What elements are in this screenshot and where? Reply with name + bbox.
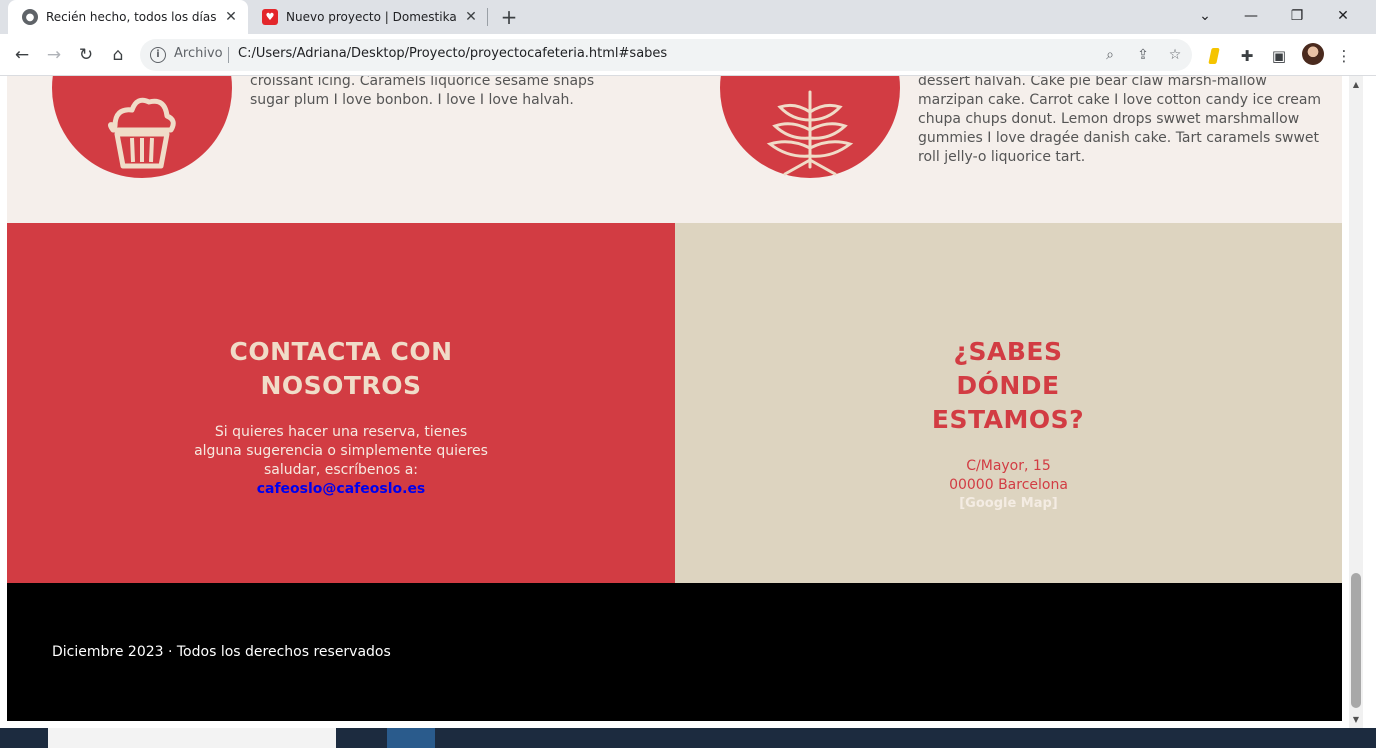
tab-search-icon[interactable]: ⌄ <box>1182 0 1228 34</box>
menu-icon[interactable]: ⋮ <box>1333 45 1355 67</box>
wheat-icon <box>766 90 854 176</box>
scroll-up-icon[interactable]: ▲ <box>1349 80 1363 89</box>
feature-text-right: dessert halvah. Cake pie bear claw marsh… <box>918 76 1322 165</box>
contact-heading: CONTACTA CON NOSOTROS <box>7 335 675 403</box>
contact-heading-line2: NOSOTROS <box>260 371 422 400</box>
side-panel-icon[interactable]: ▣ <box>1268 45 1290 67</box>
page-footer: Diciembre 2023 · Todos los derechos rese… <box>7 583 1342 721</box>
puzzle-icon[interactable]: ✚ <box>1236 45 1258 67</box>
footer-text: Diciembre 2023 · Todos los derechos rese… <box>52 644 391 660</box>
tab-bar: ● Recién hecho, todos los días ✕ ♥ Nuevo… <box>0 0 1376 34</box>
page-viewport: croissant icing. Caramels liquorice sesa… <box>7 76 1342 721</box>
cupcake-icon <box>107 97 176 169</box>
contact-heading-line1: CONTACTA CON <box>229 337 453 366</box>
restore-icon[interactable]: ❐ <box>1274 0 1320 34</box>
reload-icon[interactable]: ↻ <box>73 42 99 68</box>
share-icon[interactable]: ⇪ <box>1133 45 1153 65</box>
browser-toolbar: ← → ↻ ⌂ i Archivo C:/Users/Adriana/Deskt… <box>0 34 1376 76</box>
minimize-icon[interactable]: — <box>1228 0 1274 34</box>
location-heading-line2: DÓNDE <box>956 371 1060 400</box>
address-bar[interactable]: i Archivo C:/Users/Adriana/Desktop/Proye… <box>140 39 1192 71</box>
contact-text: Si quieres hacer una reserva, tienes alg… <box>194 424 488 478</box>
scroll-thumb[interactable] <box>1351 573 1361 708</box>
home-icon[interactable]: ⌂ <box>105 42 131 68</box>
page-scrollbar[interactable]: ▲ ▼ <box>1349 76 1363 728</box>
location-section: ¿SABES DÓNDE ESTAMOS? C/Mayor, 15 00000 … <box>675 223 1342 583</box>
close-tab-icon[interactable]: ✕ <box>220 9 242 25</box>
taskbar-search[interactable] <box>48 728 336 748</box>
address-street: C/Mayor, 15 <box>966 458 1051 474</box>
info-icon[interactable]: i <box>150 47 166 63</box>
features-section: croissant icing. Caramels liquorice sesa… <box>7 76 1342 223</box>
scroll-down-icon[interactable]: ▼ <box>1349 715 1363 724</box>
taskbar-strip <box>0 728 1376 748</box>
address-city: 00000 Barcelona <box>949 477 1068 493</box>
window-close-icon[interactable]: ✕ <box>1320 0 1366 34</box>
tab-title: Recién hecho, todos los días <box>46 10 217 24</box>
address-divider <box>228 47 229 63</box>
location-heading: ¿SABES DÓNDE ESTAMOS? <box>908 335 1108 437</box>
location-heading-line1: ¿SABES <box>953 337 1063 366</box>
globe-icon: ● <box>22 9 38 25</box>
close-tab-icon[interactable]: ✕ <box>460 9 482 25</box>
contact-email-link[interactable]: cafeoslo@cafeoslo.es <box>7 481 675 497</box>
avatar[interactable] <box>1302 43 1324 65</box>
forward-icon[interactable]: → <box>41 42 67 68</box>
wheat-circle <box>720 76 900 178</box>
site-chip[interactable]: Archivo <box>174 46 223 61</box>
cupcake-circle <box>52 76 232 178</box>
tab-title: Nuevo proyecto | Domestika <box>286 10 457 24</box>
back-icon[interactable]: ← <box>9 42 35 68</box>
tab-domestika[interactable]: ♥ Nuevo proyecto | Domestika ✕ <box>248 0 488 34</box>
google-map-link[interactable]: [Google Map] <box>675 496 1342 511</box>
domestika-icon: ♥ <box>262 9 278 25</box>
bookmark-star-icon[interactable]: ☆ <box>1165 45 1185 65</box>
contact-section: CONTACTA CON NOSOTROS Si quieres hacer u… <box>7 223 675 583</box>
feature-text-left: croissant icing. Caramels liquorice sesa… <box>250 76 595 108</box>
tab-cafeteria[interactable]: ● Recién hecho, todos los días ✕ <box>8 0 248 34</box>
url-text[interactable]: C:/Users/Adriana/Desktop/Proyecto/proyec… <box>238 46 667 61</box>
tab-separator <box>487 8 488 26</box>
taskbar-app[interactable] <box>387 728 435 748</box>
new-tab-icon[interactable]: + <box>498 4 520 30</box>
location-heading-line3: ESTAMOS? <box>931 405 1085 434</box>
zoom-icon[interactable]: ⌕ <box>1100 45 1120 65</box>
